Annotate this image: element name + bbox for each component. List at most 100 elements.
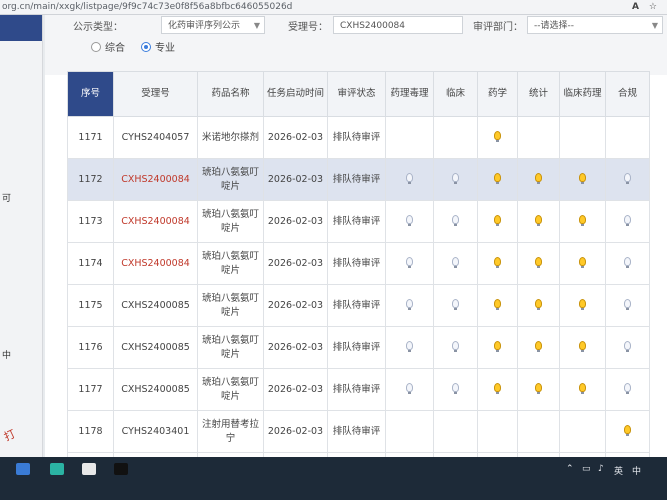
cell-index: 1173 bbox=[67, 200, 114, 243]
col-header-compliance[interactable]: 合规 bbox=[605, 71, 650, 117]
lightbulb-off-icon[interactable] bbox=[452, 214, 459, 226]
cell-start-time: 2026-02-03 bbox=[263, 368, 328, 411]
lightbulb-on-icon[interactable] bbox=[579, 382, 586, 394]
table-row[interactable]: 1173 CXHS2400084 琥珀八氨氨叮啶片 2026-02-03 排队待审评 bbox=[67, 200, 650, 243]
lightbulb-off-icon[interactable] bbox=[406, 172, 413, 184]
tray-volume-icon[interactable]: ♪ bbox=[598, 464, 604, 474]
col-header-clin-pharm[interactable]: 临床药理 bbox=[559, 71, 606, 117]
lightbulb-on-icon[interactable] bbox=[494, 298, 501, 310]
lightbulb-off-icon[interactable] bbox=[452, 340, 459, 352]
lightbulb-on-icon[interactable] bbox=[494, 214, 501, 226]
lightbulb-on-icon[interactable] bbox=[535, 172, 542, 184]
lightbulb-off-icon[interactable] bbox=[624, 256, 631, 268]
col-header-acceptance[interactable]: 受理号 bbox=[113, 71, 198, 117]
table-row[interactable]: 1172 CXHS2400084 琥珀八氨氨叮啶片 2026-02-03 排队待审评 bbox=[67, 158, 650, 201]
lightbulb-on-icon[interactable] bbox=[494, 382, 501, 394]
tray-network-icon[interactable]: ▭ bbox=[582, 464, 591, 474]
lightbulb-off-icon[interactable] bbox=[452, 172, 459, 184]
tray-lang[interactable]: 英 bbox=[614, 464, 623, 477]
radio-off-icon[interactable] bbox=[91, 41, 101, 52]
cell-start-time: 2026-02-03 bbox=[263, 410, 328, 453]
cell-review-indicator bbox=[517, 326, 560, 369]
radio-professional[interactable]: 专业 bbox=[141, 39, 175, 54]
acceptance-number-input[interactable]: CXHS2400084 bbox=[333, 16, 463, 34]
cell-review-indicator bbox=[605, 410, 650, 453]
cell-review-indicator bbox=[559, 410, 606, 453]
radio-label: 专业 bbox=[155, 43, 175, 54]
col-header-index[interactable]: 序号 bbox=[67, 71, 114, 117]
cell-review-indicator bbox=[559, 116, 606, 159]
lightbulb-off-icon[interactable] bbox=[452, 256, 459, 268]
lightbulb-on-icon[interactable] bbox=[579, 172, 586, 184]
left-nav-tab[interactable] bbox=[0, 15, 42, 41]
lightbulb-on-icon[interactable] bbox=[535, 298, 542, 310]
tray-ime[interactable]: 中 bbox=[632, 464, 641, 477]
cell-acceptance: CXHS2400085 bbox=[113, 326, 198, 369]
lightbulb-off-icon[interactable] bbox=[624, 214, 631, 226]
lightbulb-off-icon[interactable] bbox=[624, 172, 631, 184]
type-select[interactable]: 化药审评序列公示 ▼ bbox=[161, 16, 265, 34]
taskbar-app-icon[interactable] bbox=[82, 463, 96, 475]
lightbulb-on-icon[interactable] bbox=[494, 172, 501, 184]
lightbulb-on-icon[interactable] bbox=[494, 340, 501, 352]
lightbulb-off-icon[interactable] bbox=[406, 298, 413, 310]
cell-review-indicator bbox=[385, 368, 434, 411]
col-header-pharmacy[interactable]: 药学 bbox=[477, 71, 518, 117]
lightbulb-on-icon[interactable] bbox=[535, 214, 542, 226]
cell-review-indicator bbox=[559, 242, 606, 285]
lightbulb-on-icon[interactable] bbox=[579, 214, 586, 226]
lightbulb-off-icon[interactable] bbox=[624, 340, 631, 352]
cell-review-indicator bbox=[477, 326, 518, 369]
cell-review-indicator bbox=[517, 200, 560, 243]
cell-review-indicator bbox=[477, 368, 518, 411]
lightbulb-on-icon[interactable] bbox=[535, 256, 542, 268]
lightbulb-off-icon[interactable] bbox=[452, 298, 459, 310]
table-row[interactable]: 1175 CXHS2400085 琥珀八氨氨叮啶片 2026-02-03 排队待审评 bbox=[67, 284, 650, 327]
table-row[interactable]: 1176 CXHS2400085 琥珀八氨氨叮啶片 2026-02-03 排队待审评 bbox=[67, 326, 650, 369]
lightbulb-on-icon[interactable] bbox=[494, 256, 501, 268]
cell-review-indicator bbox=[477, 410, 518, 453]
cell-review-indicator bbox=[433, 242, 478, 285]
lightbulb-on-icon[interactable] bbox=[624, 424, 631, 436]
url-text[interactable]: org.cn/main/xxgk/listpage/9f9c74c73e0f8f… bbox=[2, 0, 292, 14]
lightbulb-off-icon[interactable] bbox=[406, 256, 413, 268]
col-header-status[interactable]: 审评状态 bbox=[327, 71, 386, 117]
lightbulb-on-icon[interactable] bbox=[535, 340, 542, 352]
lightbulb-off-icon[interactable] bbox=[406, 340, 413, 352]
taskbar-app-icon[interactable] bbox=[16, 463, 30, 475]
lightbulb-on-icon[interactable] bbox=[494, 130, 501, 142]
taskbar: ⌃ ▭ ♪ 英 中 bbox=[0, 457, 667, 500]
radio-comprehensive[interactable]: 综合 bbox=[91, 39, 125, 54]
taskbar-app-icon[interactable] bbox=[50, 463, 64, 475]
table-row[interactable]: 1171 CYHS2404057 米诺地尔搽剂 2026-02-03 排队待审评 bbox=[67, 116, 650, 159]
radio-on-icon[interactable] bbox=[141, 41, 151, 52]
lightbulb-on-icon[interactable] bbox=[579, 340, 586, 352]
col-header-clinical[interactable]: 临床 bbox=[433, 71, 478, 117]
lightbulb-off-icon[interactable] bbox=[406, 214, 413, 226]
taskbar-app-icon[interactable] bbox=[114, 463, 128, 475]
left-strip-label: 可 bbox=[2, 194, 12, 204]
lightbulb-off-icon[interactable] bbox=[452, 382, 459, 394]
col-header-pharm-tox[interactable]: 药理毒理 bbox=[385, 71, 434, 117]
col-header-drug-name[interactable]: 药品名称 bbox=[197, 71, 264, 117]
lightbulb-on-icon[interactable] bbox=[579, 256, 586, 268]
lightbulb-off-icon[interactable] bbox=[624, 382, 631, 394]
col-header-statistics[interactable]: 统计 bbox=[517, 71, 560, 117]
tray-up-icon[interactable]: ⌃ bbox=[566, 464, 574, 474]
table-row[interactable]: 1174 CXHS2400084 琥珀八氨氨叮啶片 2026-02-03 排队待审评 bbox=[67, 242, 650, 285]
favorite-star-icon[interactable]: ☆ bbox=[649, 0, 657, 14]
lightbulb-on-icon[interactable] bbox=[535, 382, 542, 394]
cell-review-indicator bbox=[559, 158, 606, 201]
cell-status: 排队待审评 bbox=[327, 158, 386, 201]
lightbulb-on-icon[interactable] bbox=[579, 298, 586, 310]
col-header-start-time[interactable]: 任务启动时间 bbox=[263, 71, 328, 117]
table-header-row: 序号 受理号 药品名称 任务启动时间 审评状态 药理毒理 临床 药学 统计 临床… bbox=[67, 71, 650, 117]
lightbulb-off-icon[interactable] bbox=[624, 298, 631, 310]
reader-mode-icon[interactable]: A bbox=[632, 0, 639, 14]
lightbulb-off-icon[interactable] bbox=[406, 382, 413, 394]
cell-drug-name: 琥珀八氨氨叮啶片 bbox=[197, 368, 264, 411]
table-row[interactable]: 1178 CYHS2403401 注射用替考拉宁 2026-02-03 排队待审评 bbox=[67, 410, 650, 453]
browser-address-bar[interactable]: org.cn/main/xxgk/listpage/9f9c74c73e0f8f… bbox=[0, 0, 667, 15]
table-row[interactable]: 1177 CXHS2400085 琥珀八氨氨叮啶片 2026-02-03 排队待审评 bbox=[67, 368, 650, 411]
dept-select[interactable]: --请选择-- ▼ bbox=[527, 16, 663, 34]
